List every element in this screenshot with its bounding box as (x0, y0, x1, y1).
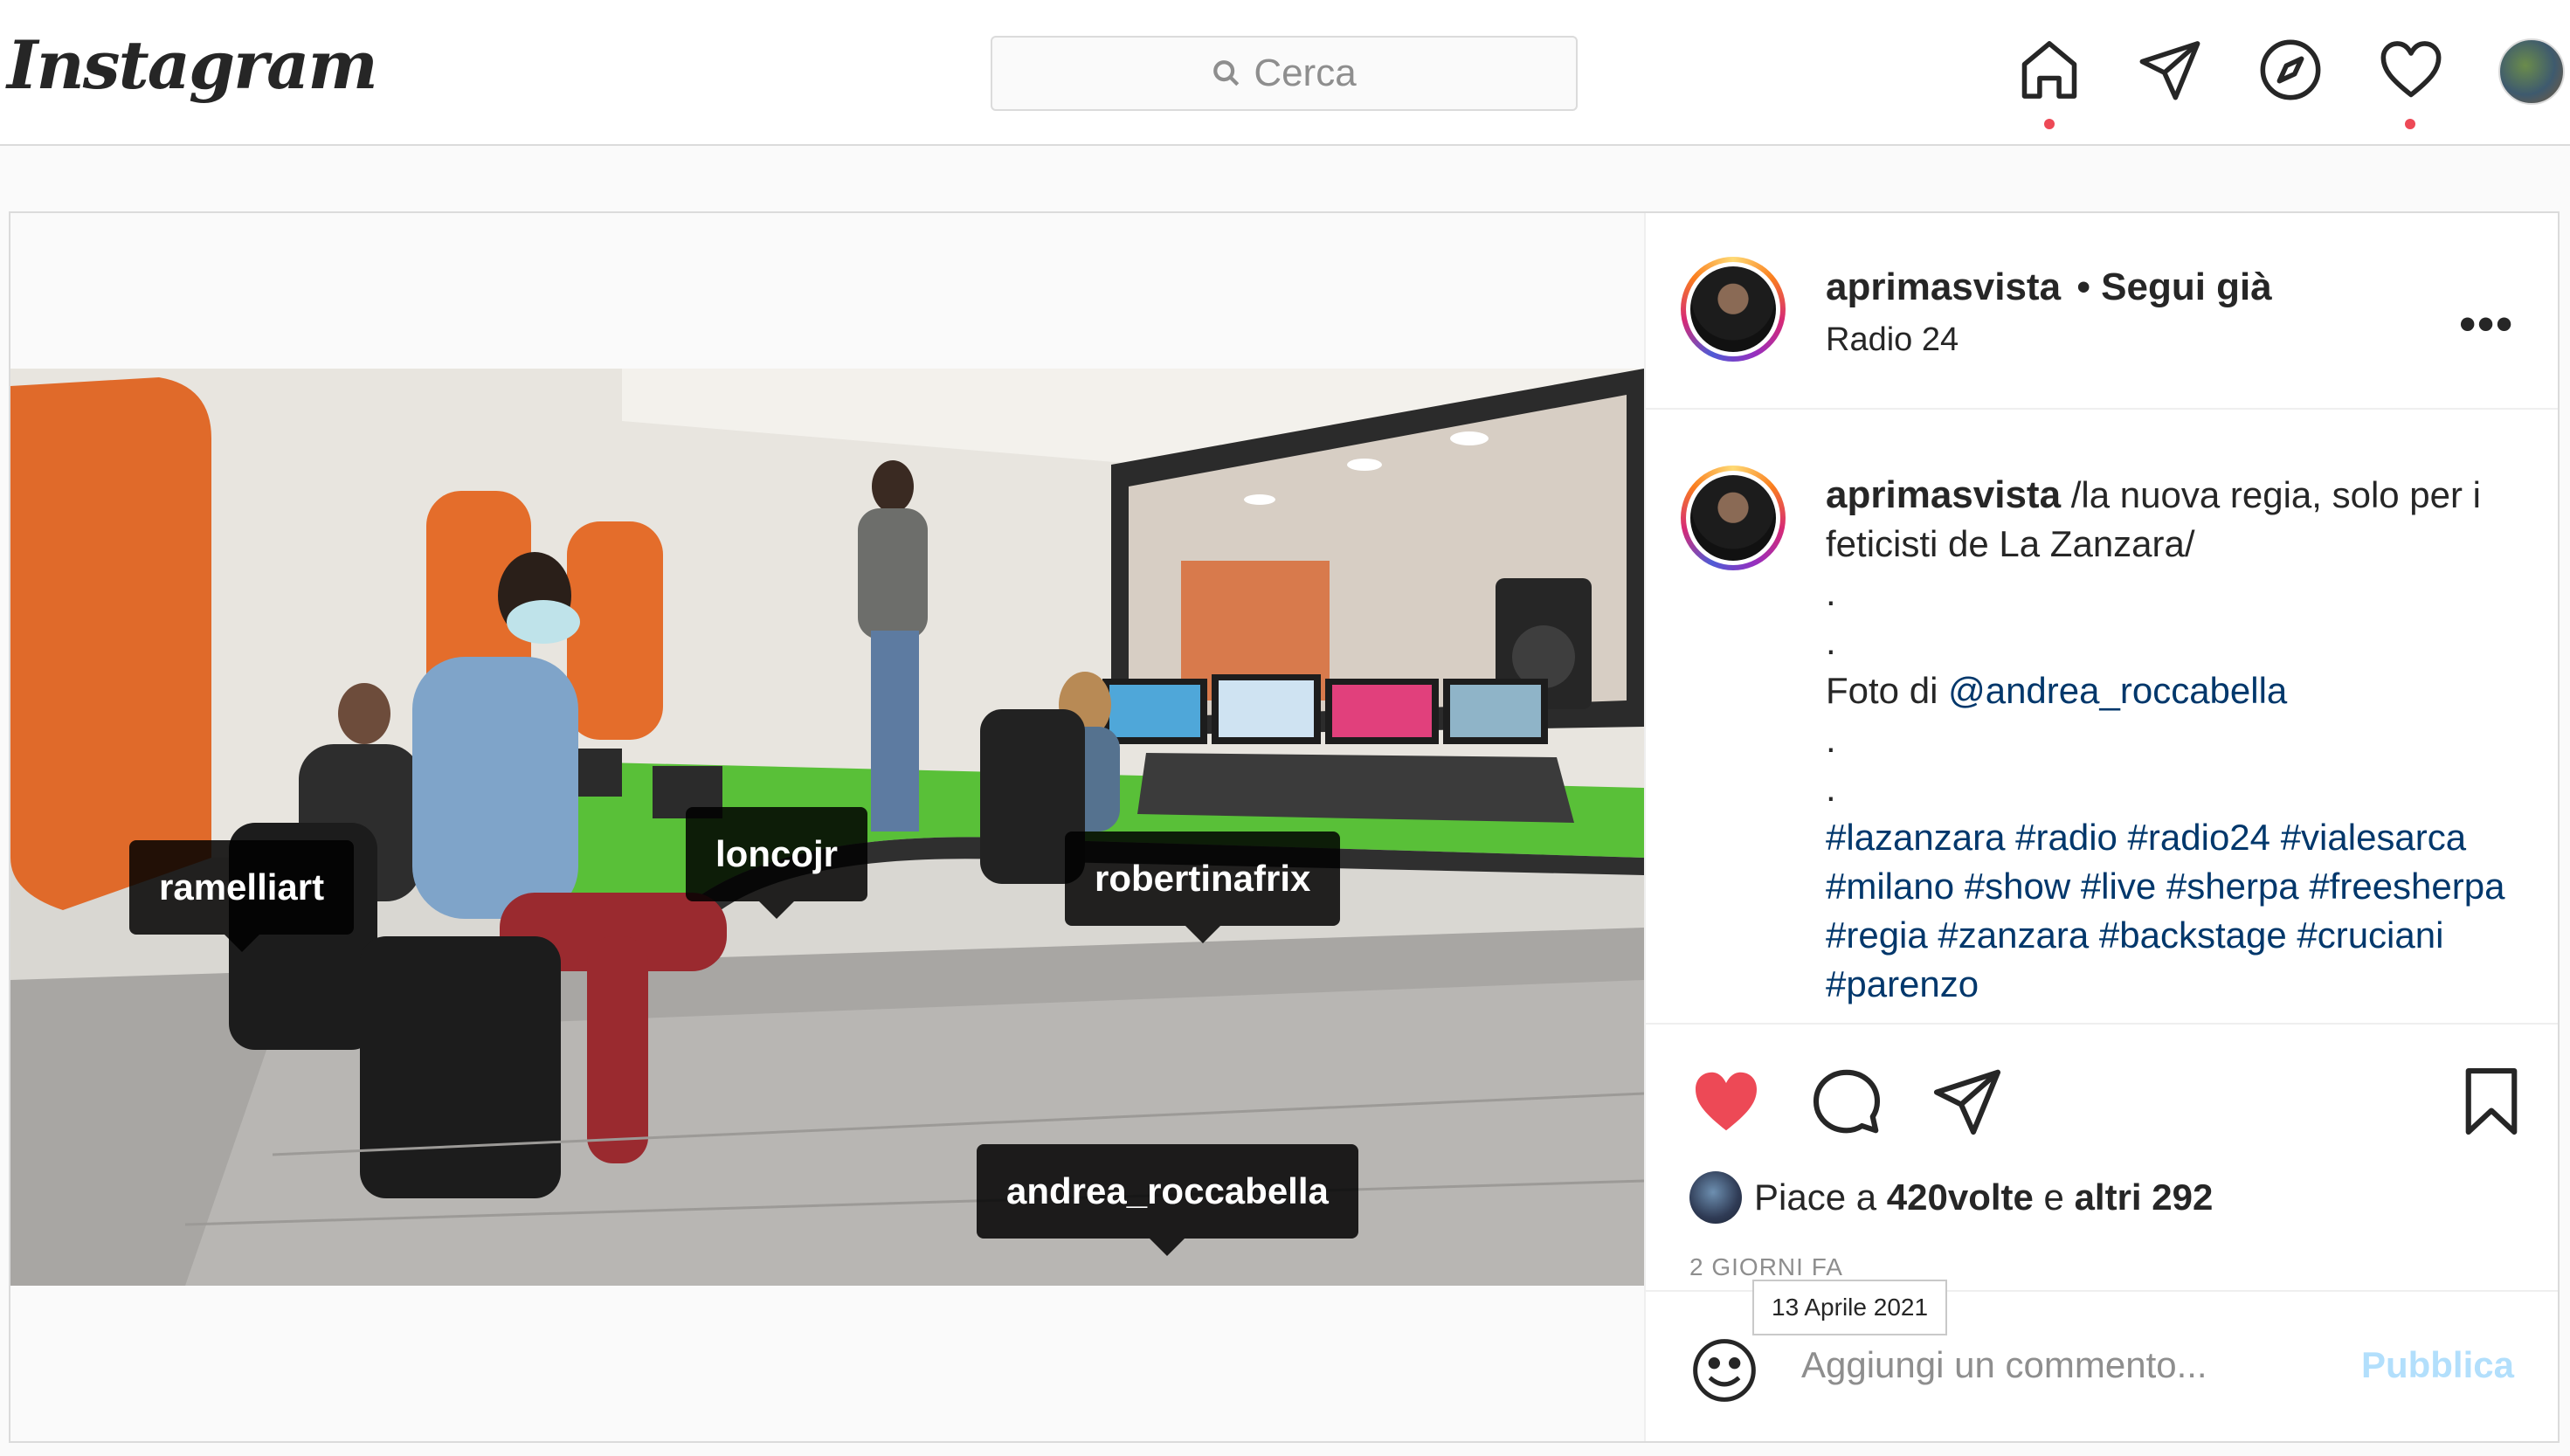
follow-status[interactable]: • Segui già (2077, 266, 2272, 308)
tag-arrow (1150, 1239, 1185, 1256)
photo-tag-loncojr[interactable]: loncojr (686, 807, 868, 919)
comment-input[interactable]: Aggiungi un commento... (1801, 1344, 2207, 1386)
post-card: ramelliart loncojr robertinafrix andrea_… (9, 211, 2560, 1443)
liker-username[interactable]: 420volte (1887, 1177, 2034, 1218)
post-actions: Piace a 420volte e altri 292 2 GIORNI FA (1646, 1023, 2558, 1290)
photo-credit-mention[interactable]: @andrea_roccabella (1948, 670, 2287, 711)
post-location[interactable]: Radio 24 (1826, 321, 2272, 359)
photo-credit-prefix: Foto di (1826, 670, 1949, 711)
instagram-logo[interactable]: Instagram (7, 26, 378, 104)
comment-icon[interactable] (1810, 1065, 1883, 1138)
caption-dot: . (1826, 768, 1836, 809)
caption-dot: . (1826, 572, 1836, 613)
tag-arrow (224, 935, 259, 952)
search-placeholder: Cerca (1254, 52, 1357, 94)
photo-tag-andrea-roccabella[interactable]: andrea_roccabella (977, 1144, 1358, 1256)
search-icon (1213, 60, 1240, 86)
caption-author-username[interactable]: aprimasvista (1826, 473, 2061, 516)
home-icon[interactable] (2016, 37, 2083, 103)
tag-arrow (1185, 926, 1220, 943)
activity-heart-icon[interactable] (2378, 37, 2444, 103)
caption-dot: . (1826, 621, 1836, 662)
emoji-icon[interactable] (1689, 1335, 1759, 1405)
tag-arrow (759, 901, 794, 919)
author-username[interactable]: aprimasvista (1826, 266, 2061, 308)
likes-prefix: Piace a (1754, 1177, 1887, 1218)
caption-dot: . (1826, 719, 1836, 760)
more-options-icon[interactable]: ••• (2459, 297, 2514, 351)
post-media: ramelliart loncojr robertinafrix andrea_… (10, 213, 1644, 1441)
author-avatar (1690, 475, 1776, 561)
likes-middle: e (2033, 1177, 2075, 1218)
post-side-panel: aprimasvista • Segui già Radio 24 ••• ap… (1644, 213, 2558, 1441)
author-avatar-story-ring[interactable] (1681, 257, 1786, 362)
post-caption: aprimasvista /la nuova regia, solo per i… (1826, 471, 2516, 1009)
author-info: aprimasvista • Segui già Radio 24 (1826, 266, 2272, 359)
profile-avatar[interactable] (2498, 38, 2565, 105)
save-bookmark-icon[interactable] (2455, 1065, 2528, 1138)
caption-author-avatar[interactable] (1681, 466, 1786, 570)
like-icon[interactable] (1689, 1065, 1763, 1138)
liker-avatar (1689, 1171, 1742, 1224)
photo-tag-label: andrea_roccabella (1006, 1170, 1329, 1211)
post-time-ago[interactable]: 2 GIORNI FA (1689, 1253, 1843, 1281)
activity-notification-dot (2405, 119, 2415, 129)
author-avatar (1690, 266, 1776, 352)
direct-icon[interactable] (2137, 37, 2203, 103)
explore-icon[interactable] (2257, 37, 2324, 103)
date-tooltip: 13 Aprile 2021 (1752, 1280, 1948, 1335)
share-icon[interactable] (1931, 1065, 2004, 1138)
photo-tag-label: robertinafrix (1095, 858, 1311, 899)
publish-button[interactable]: Pubblica (2361, 1344, 2514, 1386)
photo-tag-label: loncojr (715, 833, 839, 874)
post-header: aprimasvista • Segui già Radio 24 ••• (1646, 213, 2558, 410)
photo-tag-ramelliart[interactable]: ramelliart (129, 840, 355, 952)
home-notification-dot (2044, 119, 2055, 129)
search-input[interactable]: Cerca (991, 36, 1578, 111)
photo-tag-robertinafrix[interactable]: robertinafrix (1065, 832, 1341, 943)
caption-area: aprimasvista /la nuova regia, solo per i… (1646, 410, 2558, 1023)
likes-others[interactable]: altri 292 (2075, 1177, 2214, 1218)
caption-hashtags[interactable]: #lazanzara #radio #radio24 #vialesarca #… (1826, 813, 2516, 1009)
photo-tag-label: ramelliart (159, 866, 325, 907)
post-photo[interactable]: ramelliart loncojr robertinafrix andrea_… (10, 369, 1644, 1286)
top-navigation-bar: Instagram Cerca (0, 0, 2570, 146)
likes-summary[interactable]: Piace a 420volte e altri 292 (1689, 1171, 2213, 1224)
